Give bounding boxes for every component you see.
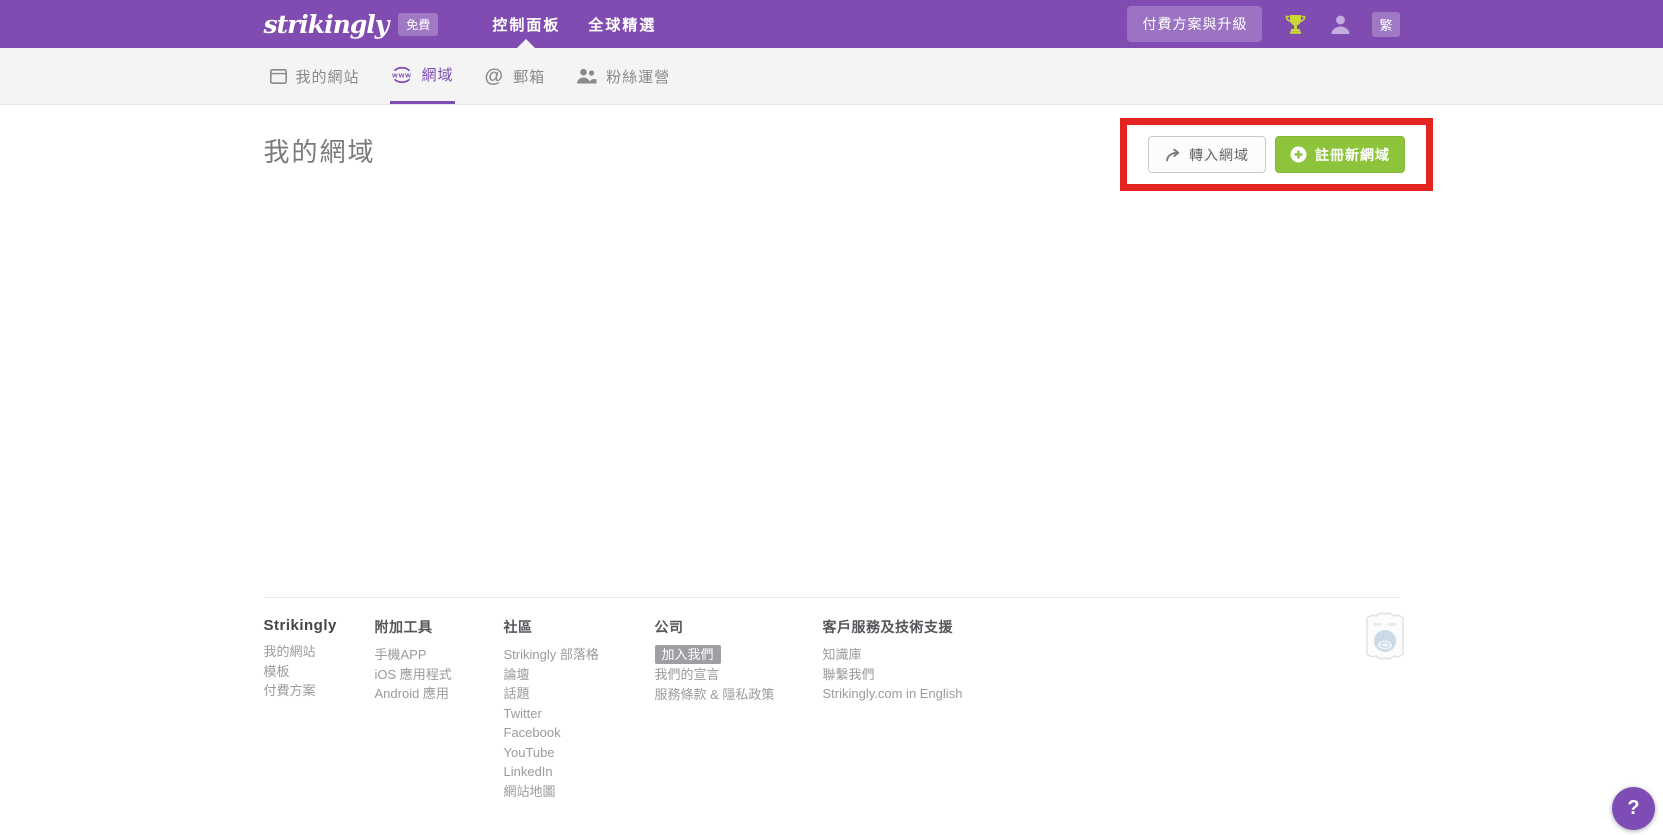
footer-link[interactable]: iOS 應用程式 (375, 665, 504, 685)
footer-link[interactable]: 聯繫我們 (823, 665, 963, 685)
transfer-arrow-icon (1166, 148, 1180, 161)
tab-domains-label: 網域 (421, 67, 454, 84)
browser-window-icon (269, 68, 287, 84)
language-badge[interactable]: 繁 (1372, 11, 1400, 37)
footer-link[interactable]: Strikingly.com in English (823, 684, 963, 704)
tab-email[interactable]: @ 郵箱 (484, 48, 547, 104)
footer-link[interactable]: Strikingly 部落格 (504, 645, 655, 665)
footer-link[interactable]: 我的網站 (264, 642, 375, 662)
tab-my-sites-label: 我的網站 (295, 68, 360, 86)
footer-link[interactable]: 知識庫 (823, 645, 963, 665)
tab-email-label: 郵箱 (513, 68, 546, 86)
footer-column-addons: 附加工具 手機APP iOS 應用程式 Android 應用 (375, 617, 504, 801)
footer-column-support: 客戶服務及技術支援 知識庫 聯繫我們 Strikingly.com in Engli… (823, 617, 963, 801)
account-avatar-icon[interactable] (1329, 13, 1352, 35)
footer-link[interactable]: 加入我們 (654, 645, 721, 664)
free-plan-badge: 免費 (398, 12, 439, 36)
people-icon (577, 68, 597, 84)
trophy-icon[interactable] (1284, 13, 1307, 35)
footer-column-company: 公司 加入我們 我們的宣言 服務條款 & 隱私政策 (654, 617, 823, 801)
footer-column-header: 附加工具 (374, 619, 433, 635)
transfer-domain-label: 轉入網域 (1189, 146, 1249, 163)
navbar-right-group: 付費方案與升級 繁 (1127, 6, 1400, 42)
footer-link[interactable]: Android 應用 (375, 684, 504, 704)
footer-column-header: 社區 (503, 619, 533, 635)
footer-link[interactable]: 付費方案 (264, 681, 375, 701)
strikingly-dashboard-page: { "navbar": { "logo": "strikingly", "fre… (0, 0, 1663, 835)
strikingly-logo[interactable]: strikingly (264, 10, 390, 39)
tab-my-sites[interactable]: 我的網站 (269, 48, 361, 104)
nav-item-dashboard[interactable]: 控制面板 (478, 0, 574, 48)
footer-link[interactable]: Twitter (504, 704, 655, 724)
footer-column-strikingly: Strikingly 我的網站 模板 付費方案 (264, 617, 375, 801)
footer-link[interactable]: 模板 (264, 662, 375, 682)
footer-column-header: 客戶服務及技術支援 (822, 619, 953, 635)
footer-link[interactable]: 我們的宣言 (655, 665, 823, 685)
primary-nav: 控制面板 全球精選 (478, 0, 670, 48)
page-footer: Strikingly 我的網站 模板 付費方案 附加工具 手機APP iOS 應用程式… (0, 597, 1663, 801)
help-button[interactable]: ? (1612, 787, 1655, 830)
red-annotation-box: 轉入網域 註冊新網域 (1120, 118, 1433, 191)
footer-link[interactable]: 網站地圖 (504, 782, 655, 802)
register-domain-label: 註冊新網域 (1315, 146, 1390, 163)
at-sign-icon: @ (484, 65, 505, 87)
footer-link[interactable]: LinkedIn (504, 762, 655, 782)
www-globe-icon: www (391, 66, 412, 83)
footer-column-community: 社區 Strikingly 部落格 論壇 話題 Twitter Facebook YouT… (504, 617, 655, 801)
svg-text:www: www (391, 70, 412, 79)
tab-audience-label: 粉絲運營 (606, 68, 671, 86)
register-domain-button[interactable]: 註冊新網域 (1275, 136, 1405, 173)
tab-audience[interactable]: 粉絲運營 (575, 48, 671, 104)
top-navbar: strikingly 免費 控制面板 全球精選 付費方案與升級 繁 (0, 0, 1663, 48)
tab-domains[interactable]: www 網域 (389, 48, 455, 104)
footer-link[interactable]: Facebook (504, 723, 655, 743)
footer-link[interactable]: 手機APP (375, 645, 504, 665)
footer-column-header: 公司 (654, 619, 684, 635)
nav-item-discover[interactable]: 全球精選 (574, 0, 670, 48)
plus-circle-icon (1290, 146, 1307, 163)
nav-item-dashboard-label: 控制面板 (492, 16, 561, 34)
active-nav-pointer (517, 39, 536, 48)
footer-link[interactable]: YouTube (504, 743, 655, 763)
footer-link[interactable]: 論壇 (504, 665, 655, 685)
footer-link[interactable]: 服務條款 & 隱私政策 (655, 685, 823, 705)
dashboard-tabbar: 我的網站 www 網域 @ 郵箱 粉絲運營 (0, 48, 1663, 105)
footer-column-header: Strikingly (263, 617, 337, 634)
upgrade-plan-button[interactable]: 付費方案與升級 (1127, 6, 1263, 42)
seal-stamp-icon (1361, 608, 1409, 667)
footer-link[interactable]: 話題 (504, 684, 655, 704)
nav-item-discover-label: 全球精選 (588, 16, 657, 34)
footer-columns: Strikingly 我的網站 模板 付費方案 附加工具 手機APP iOS 應用程式… (264, 617, 1400, 801)
transfer-domain-button[interactable]: 轉入網域 (1148, 136, 1266, 173)
